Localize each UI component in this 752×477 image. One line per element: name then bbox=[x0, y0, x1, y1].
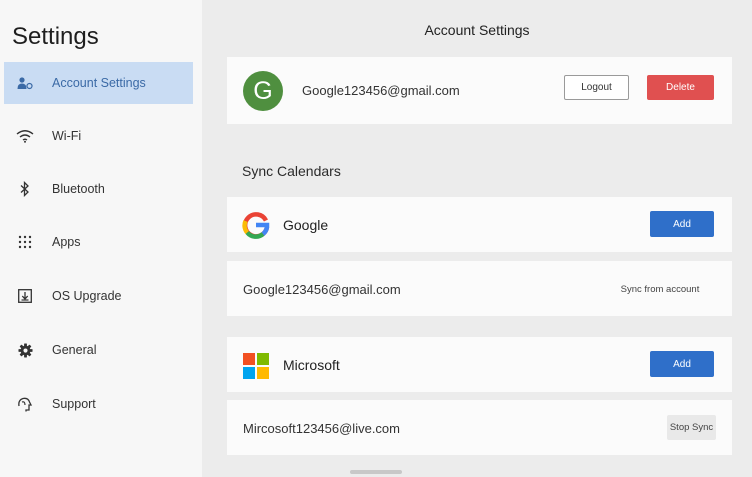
microsoft-account-email: Mircosoft123456@live.com bbox=[243, 421, 400, 436]
microsoft-provider-name: Microsoft bbox=[283, 357, 340, 373]
sidebar-item-label: General bbox=[52, 343, 97, 357]
google-provider-name: Google bbox=[283, 217, 329, 233]
page-title: Account Settings bbox=[424, 22, 530, 38]
sidebar-item-label: Bluetooth bbox=[52, 182, 105, 196]
logout-button[interactable]: Logout bbox=[564, 75, 629, 100]
delete-button[interactable]: Delete bbox=[647, 75, 714, 100]
avatar: G bbox=[243, 71, 283, 111]
sidebar-item-account-settings[interactable]: Account Settings bbox=[4, 62, 193, 104]
account-email: Google123456@gmail.com bbox=[302, 83, 460, 98]
sidebar-item-label: Support bbox=[52, 397, 96, 411]
sidebar-item-support[interactable]: Support bbox=[4, 383, 193, 425]
google-logo-icon bbox=[242, 212, 270, 239]
sidebar-item-general[interactable]: General bbox=[4, 329, 193, 371]
gear-icon bbox=[4, 329, 46, 371]
sidebar-item-label: Apps bbox=[52, 235, 81, 249]
support-icon bbox=[4, 383, 46, 425]
sidebar-title: Settings bbox=[12, 23, 99, 50]
bluetooth-icon bbox=[4, 168, 46, 210]
sidebar-item-label: Wi-Fi bbox=[52, 129, 82, 143]
main-panel: Account Settings G Google123456@gmail.co… bbox=[202, 0, 752, 477]
sidebar-item-wifi[interactable]: Wi-Fi bbox=[4, 115, 193, 157]
wifi-icon bbox=[4, 115, 46, 157]
microsoft-account-row: Mircosoft123456@live.com Stop Sync bbox=[227, 400, 732, 455]
stop-sync-button[interactable]: Stop Sync bbox=[667, 415, 716, 440]
microsoft-logo-icon bbox=[243, 353, 269, 379]
google-provider-card: Google Add bbox=[227, 197, 732, 252]
scroll-handle[interactable] bbox=[350, 470, 402, 474]
google-account-row: Google123456@gmail.com Sync from account bbox=[227, 261, 732, 316]
sidebar-item-os-upgrade[interactable]: OS Upgrade bbox=[4, 275, 193, 317]
os-upgrade-icon bbox=[4, 275, 46, 317]
apps-icon bbox=[4, 221, 46, 263]
sidebar-item-label: Account Settings bbox=[52, 76, 146, 90]
microsoft-add-button[interactable]: Add bbox=[650, 351, 714, 377]
sidebar: Settings Account Settings Wi-Fi Bluetoot… bbox=[0, 0, 202, 477]
sync-calendars-heading: Sync Calendars bbox=[242, 163, 341, 179]
microsoft-provider-card: Microsoft Add bbox=[227, 337, 732, 392]
google-add-button[interactable]: Add bbox=[650, 211, 714, 237]
sidebar-item-label: OS Upgrade bbox=[52, 289, 122, 303]
sync-from-account-button[interactable]: Sync from account bbox=[605, 281, 715, 297]
sidebar-item-bluetooth[interactable]: Bluetooth bbox=[4, 168, 193, 210]
account-icon bbox=[4, 62, 46, 104]
google-account-email: Google123456@gmail.com bbox=[243, 282, 401, 297]
account-card: G Google123456@gmail.com Logout Delete bbox=[227, 57, 732, 124]
sidebar-item-apps[interactable]: Apps bbox=[4, 221, 193, 263]
